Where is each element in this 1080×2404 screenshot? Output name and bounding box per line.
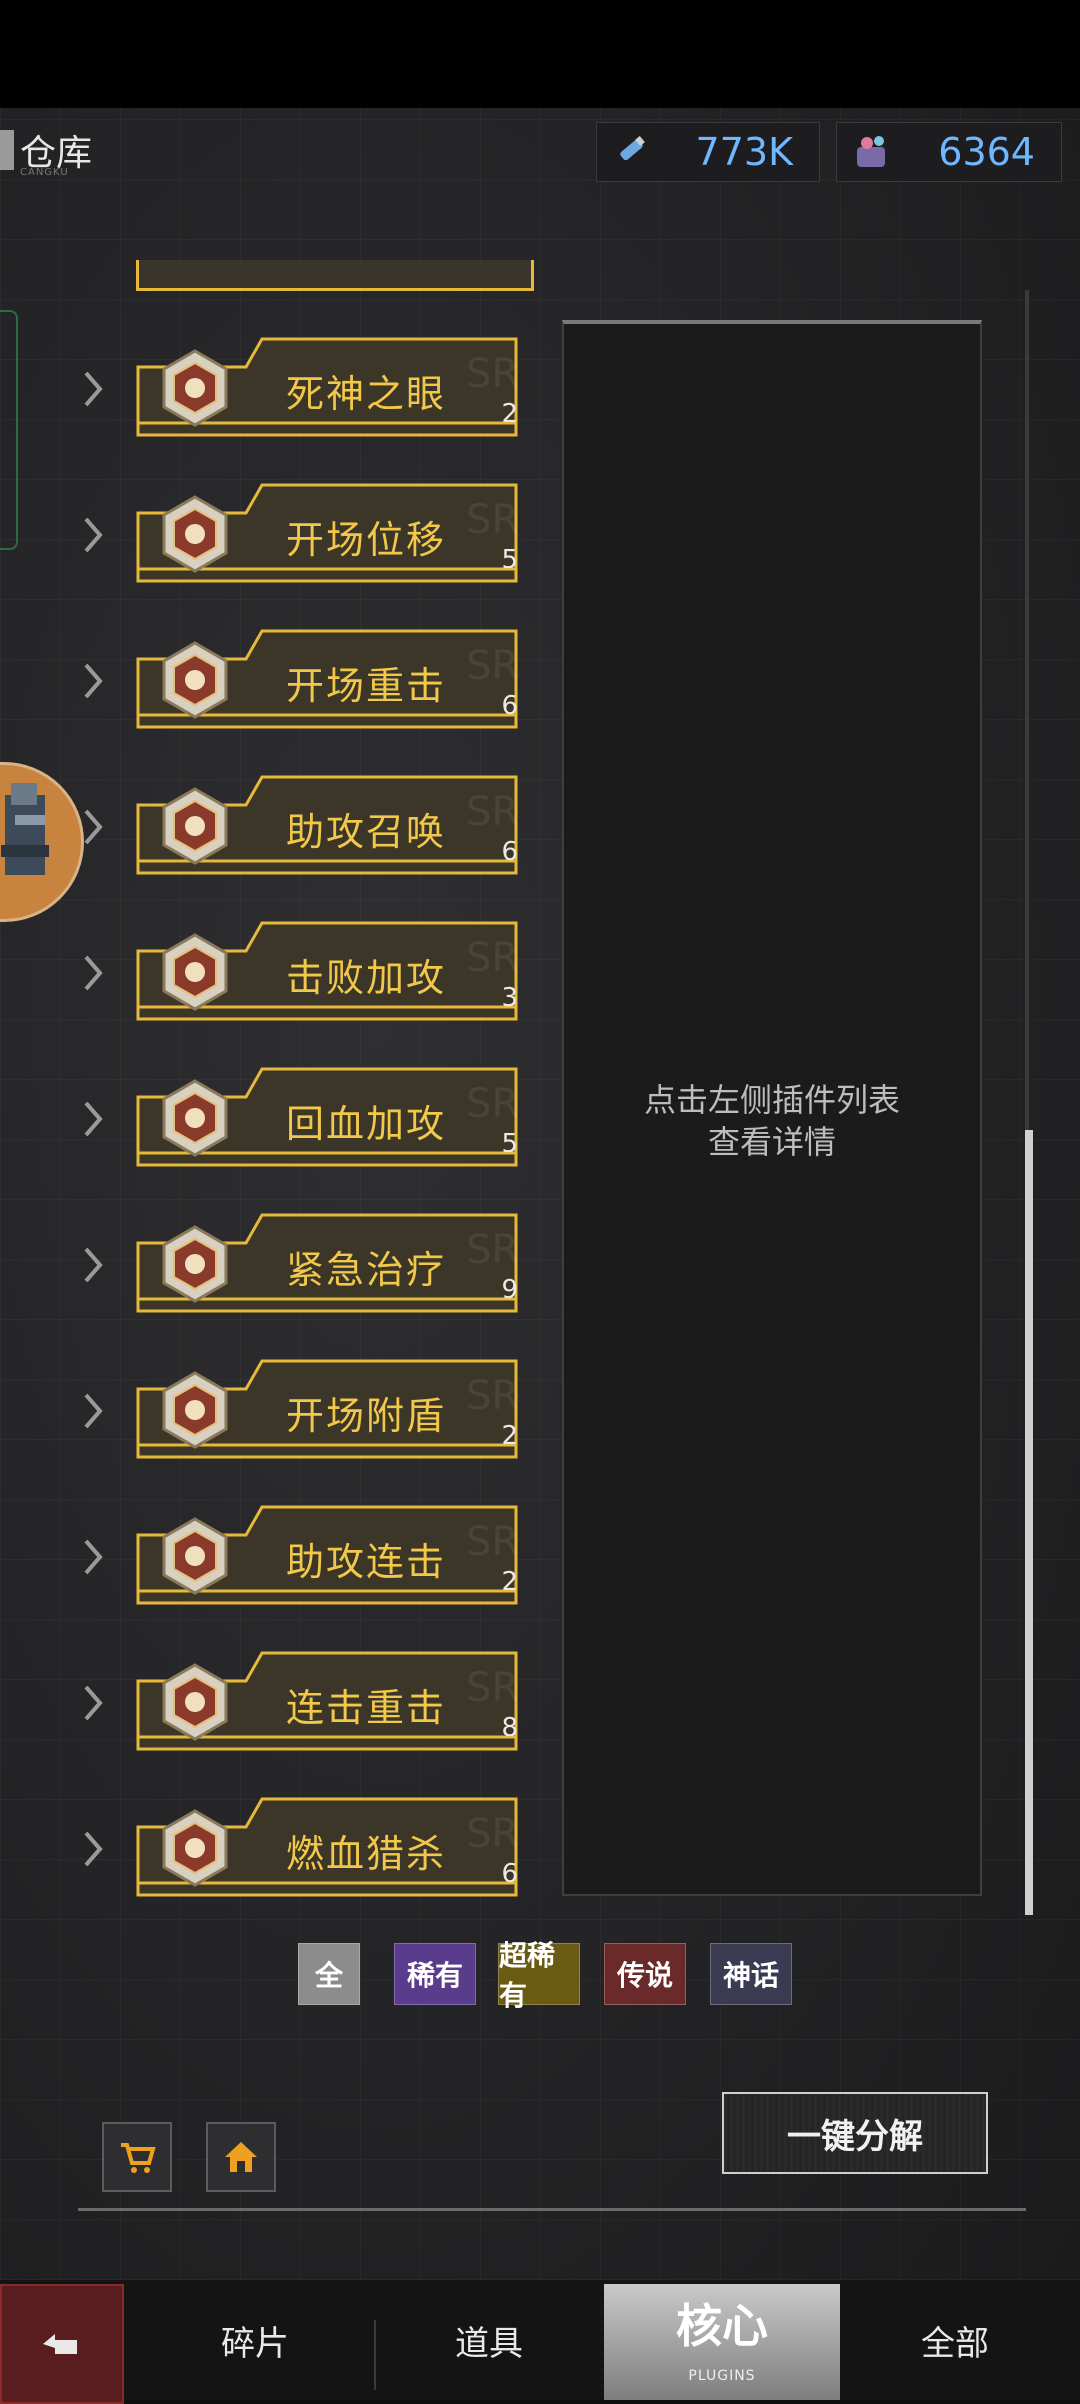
status-bar — [0, 0, 1080, 108]
plugin-count: 5 — [501, 545, 518, 575]
expand-chevron-icon[interactable] — [82, 953, 106, 993]
filter-all[interactable]: 全 — [298, 1943, 360, 2005]
plugin-name: 开场位移 — [285, 518, 446, 562]
detail-hint: 点击左侧插件列表 查看详情 — [564, 1079, 980, 1163]
plugin-count: 6 — [501, 1859, 518, 1889]
plugin-count: 9 — [501, 1275, 518, 1305]
plugin-name: 助攻召唤 — [285, 810, 446, 854]
resource-potion[interactable]: 773K — [596, 122, 820, 182]
rarity-filter-bar: 全 稀有 超稀有 传说 神话 — [0, 1939, 1080, 2012]
page-subtitle: CANGKU — [20, 167, 69, 178]
expand-chevron-icon[interactable] — [82, 1391, 106, 1431]
home-icon — [225, 2142, 257, 2172]
plugin-list-item[interactable]: SR 助攻连击 2 — [136, 1505, 528, 1605]
sword-emblem-icon — [162, 349, 228, 427]
scrollbar-thumb[interactable] — [1025, 1130, 1033, 1915]
plugin-list-item[interactable]: SR 开场附盾 2 — [136, 1359, 528, 1459]
cart-icon — [121, 2143, 156, 2173]
plugin-name: 死神之眼 — [285, 372, 446, 416]
potion-icon — [620, 136, 645, 161]
hammer-emblem-icon — [162, 641, 228, 719]
detail-hint-line2: 查看详情 — [707, 1123, 836, 1161]
gem-amount: 6364 — [938, 130, 1035, 174]
plugin-list-item[interactable]: SR 死神之眼 2 — [136, 337, 528, 437]
plugin-name: 紧急治疗 — [285, 1248, 446, 1292]
plugin-list-item[interactable]: SR 回血加攻 5 — [136, 1067, 528, 1167]
plugin-name: 助攻连击 — [285, 1540, 446, 1584]
building-emblem-icon — [162, 1663, 228, 1741]
shop-button[interactable] — [102, 2122, 172, 2192]
decompose-all-button[interactable]: 一键分解 — [722, 2092, 988, 2174]
filter-super-rare[interactable]: 超稀有 — [498, 1939, 580, 2012]
side-panel-edge — [0, 310, 18, 550]
back-arrow-icon — [43, 2334, 77, 2354]
home-button[interactable] — [206, 2122, 276, 2192]
plugin-count: 3 — [501, 983, 518, 1013]
plugin-name: 回血加攻 — [285, 1102, 446, 1146]
tab-core-sub: PLUGINS — [688, 2368, 756, 2384]
expand-chevron-icon[interactable] — [82, 807, 106, 847]
shield-emblem-icon — [162, 1371, 228, 1449]
title-accent — [0, 130, 14, 170]
expand-chevron-icon[interactable] — [82, 515, 106, 555]
plugin-name: 击败加攻 — [285, 956, 446, 1000]
resource-gems[interactable]: 6364 — [836, 122, 1062, 182]
plugin-list-item[interactable]: SR 燃血猎杀 6 — [136, 1797, 528, 1897]
plugin-list-item[interactable]: SR 助攻召唤 6 — [136, 775, 528, 875]
heart-emblem-icon — [162, 1225, 228, 1303]
expand-chevron-icon[interactable] — [82, 369, 106, 409]
expand-chevron-icon[interactable] — [82, 1245, 106, 1285]
plugin-list-item[interactable]: SR 连击重击 8 — [136, 1651, 528, 1751]
back-button[interactable] — [0, 2284, 124, 2404]
tab-separator — [374, 2320, 376, 2390]
potion-amount: 773K — [695, 130, 793, 174]
plugin-list-item[interactable]: SR 击败加攻 3 — [136, 921, 528, 1021]
blade-emblem-icon — [162, 933, 228, 1011]
plugin-count: 2 — [501, 399, 518, 429]
plugin-name: 连击重击 — [285, 1686, 446, 1730]
bottom-divider — [78, 2208, 1026, 2211]
plugin-detail-panel: 点击左侧插件列表 查看详情 — [562, 320, 982, 1896]
partial-list-item — [136, 260, 534, 291]
tab-all[interactable]: 全部 — [880, 2280, 1030, 2400]
expand-chevron-icon[interactable] — [82, 1683, 106, 1723]
filter-myth[interactable]: 神话 — [710, 1943, 792, 2005]
tab-fragments[interactable]: 碎片 — [180, 2280, 330, 2400]
runner-emblem-icon — [162, 495, 228, 573]
plugin-name: 燃血猎杀 — [285, 1832, 446, 1876]
plugin-count: 2 — [501, 1421, 518, 1451]
plugin-name: 开场重击 — [285, 664, 446, 708]
plugin-count: 2 — [501, 1567, 518, 1597]
tab-core: 核心 — [676, 2299, 768, 2353]
plugin-count: 6 — [501, 691, 518, 721]
plugin-list-item[interactable]: SR 开场位移 5 — [136, 483, 528, 583]
plugin-count: 6 — [501, 837, 518, 867]
expand-chevron-icon[interactable] — [82, 1829, 106, 1869]
expand-chevron-icon[interactable] — [82, 1537, 106, 1577]
gem-bag-icon — [857, 136, 885, 167]
expand-chevron-icon[interactable] — [82, 661, 106, 701]
blood-emblem-icon — [162, 1809, 228, 1887]
combo-emblem-icon — [162, 1517, 228, 1595]
anchor-emblem-icon — [162, 1079, 228, 1157]
expand-chevron-icon[interactable] — [82, 1099, 106, 1139]
plugin-list-item[interactable]: SR 紧急治疗 9 — [136, 1213, 528, 1313]
detail-hint-line1: 点击左侧插件列表 — [643, 1081, 900, 1119]
plugin-name: 开场附盾 — [285, 1394, 446, 1438]
plugin-count: 5 — [501, 1129, 518, 1159]
page-title: 仓库 CANGKU — [0, 125, 92, 178]
plugin-list-item[interactable]: SR 开场重击 6 — [136, 629, 528, 729]
plugin-count: 8 — [501, 1713, 518, 1743]
filter-legend[interactable]: 传说 — [604, 1943, 686, 2005]
filter-rare[interactable]: 稀有 — [394, 1943, 476, 2005]
summon-emblem-icon — [162, 787, 228, 865]
tab-items[interactable]: 道具 — [414, 2280, 564, 2400]
